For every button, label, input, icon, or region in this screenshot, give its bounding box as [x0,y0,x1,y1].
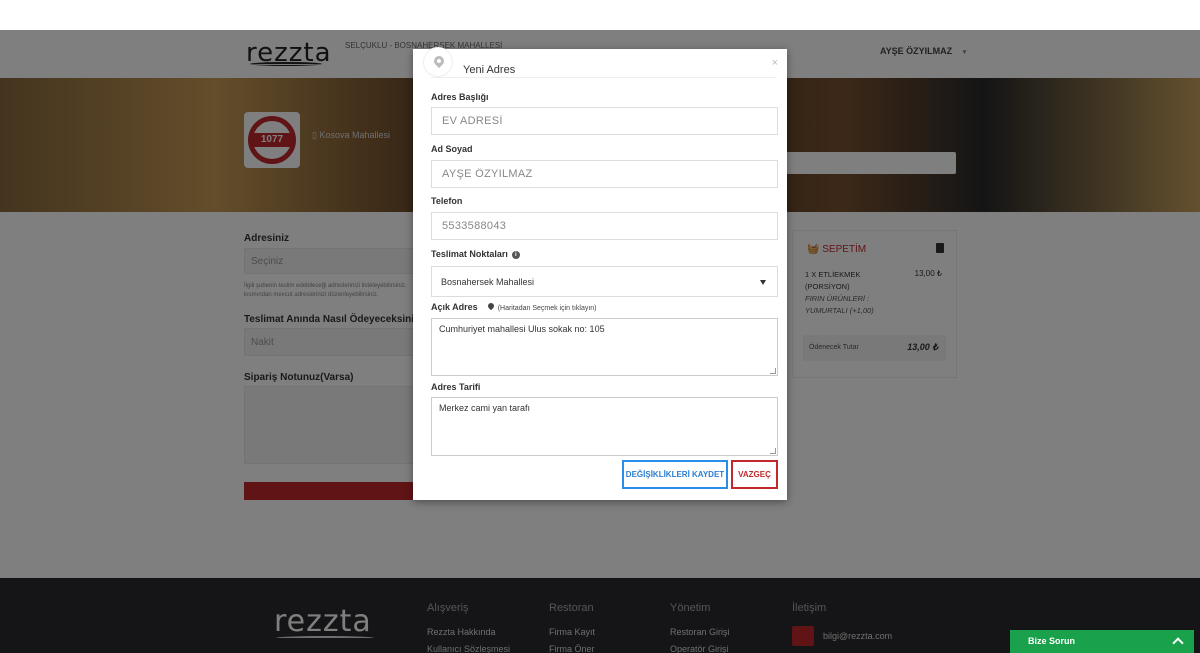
delivery-label: Teslimat Noktaları i [431,249,520,259]
delivery-selected-value: Bosnahersek Mahallesi [441,277,535,287]
resize-grip-icon[interactable] [770,368,776,374]
info-icon[interactable]: i [511,251,520,259]
modal-divider [431,77,777,78]
modal-pin-badge [423,47,453,77]
pick-from-map-link[interactable]: (Haritadan Seçmek için tıklayın) [498,305,597,312]
cancel-button[interactable]: VAZGEÇ [731,460,778,489]
delivery-label-text: Teslimat Noktaları [431,249,508,259]
new-address-modal: Yeni Adres × Adres Başlığı Ad Soyad Tele… [413,47,787,500]
modal-title: Yeni Adres [463,64,516,76]
name-input[interactable] [431,160,778,188]
directions-textarea[interactable]: Merkez cami yan tarafı [431,397,778,456]
map-pin-small-icon [486,301,495,311]
directions-label: Adres Tarifi [431,382,481,392]
delivery-select[interactable]: Bosnahersek Mahallesi [431,266,778,297]
chat-label: Bize Sorun [1028,636,1076,646]
chat-widget[interactable]: Bize Sorun [1010,630,1194,653]
phone-label: Telefon [431,196,463,206]
save-changes-button[interactable]: DEĞİŞİKLİKLERİ KAYDET [622,460,728,489]
open-address-label: Açık Adres (Haritadan Seçmek için tıklayı… [431,301,597,312]
resize-grip-icon[interactable] [770,448,776,454]
chevron-up-icon [1172,637,1184,649]
address-title-input[interactable] [431,107,778,135]
close-icon[interactable]: × [772,57,778,69]
name-label: Ad Soyad [431,144,473,154]
open-address-textarea[interactable]: Cumhuriyet mahallesi Ulus sokak no: 105 [431,318,778,376]
open-address-label-text: Açık Adres [431,302,478,312]
address-title-label: Adres Başlığı [431,92,489,102]
map-pin-icon [431,53,447,69]
phone-input[interactable] [431,212,778,240]
top-strip [0,0,1200,30]
dropdown-arrow-icon [760,280,766,285]
